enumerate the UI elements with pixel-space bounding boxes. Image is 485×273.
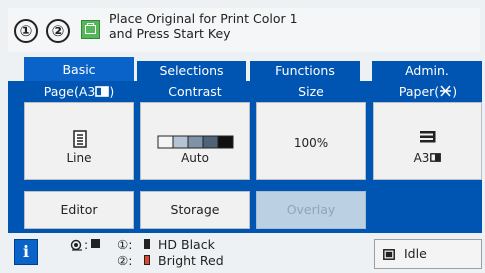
contrast-scale-icon <box>157 135 234 149</box>
tab-basic-active[interactable]: Basic <box>24 57 134 83</box>
drum-swatch-icon <box>91 239 100 248</box>
drum1-color: HD Black <box>158 237 215 252</box>
landscape-page-icon <box>95 86 110 97</box>
master-mode-icon <box>81 20 100 39</box>
line-button[interactable]: Line <box>24 102 134 180</box>
paper-value: A3 <box>374 151 481 165</box>
paper-tray-cross-icon <box>440 85 452 97</box>
storage-button[interactable]: Storage <box>140 191 250 229</box>
line-document-icon <box>73 130 87 148</box>
drum-colon: : <box>84 237 89 252</box>
tab-functions[interactable]: Functions <box>250 61 360 81</box>
status-message: Place Original for Print Color 1 and Pre… <box>109 11 298 41</box>
size-button[interactable]: 100% <box>256 102 366 180</box>
line-button-label: Line <box>66 151 92 165</box>
size-value: 100% <box>293 136 329 150</box>
idle-status-button[interactable]: Idle <box>374 239 482 269</box>
message-line-2: and Press Start Key <box>109 26 231 41</box>
contrast-header: Contrast <box>168 84 222 99</box>
drum1-label: ①: <box>117 237 133 252</box>
idle-label: Idle <box>404 246 427 261</box>
overlay-button[interactable]: Overlay <box>256 191 366 229</box>
contrast-button[interactable]: Auto <box>140 102 250 180</box>
message-line-1: Place Original for Print Color 1 <box>109 11 298 26</box>
paper-button[interactable]: A3 <box>373 102 482 180</box>
tab-admin[interactable]: Admin. <box>372 61 482 81</box>
idle-monitor-icon <box>383 249 395 260</box>
info-icon: i <box>22 242 30 261</box>
drum-2-icon: ② <box>46 19 70 43</box>
editor-button[interactable]: Editor <box>24 191 134 229</box>
info-button[interactable]: i <box>14 239 38 265</box>
drum2-color: Bright Red <box>158 253 224 268</box>
size-header: Size <box>298 84 324 99</box>
contrast-value: Auto <box>181 151 209 165</box>
drum-1-icon: ① <box>14 19 38 43</box>
paper-header: Paper() <box>398 84 458 99</box>
tab-selections[interactable]: Selections <box>137 61 246 81</box>
black-ink-swatch-icon <box>144 239 150 249</box>
landscape-paper-icon <box>430 153 442 162</box>
red-ink-swatch-icon <box>144 255 150 265</box>
drum2-label: ②: <box>117 253 133 268</box>
drum-indicator-icon <box>70 239 82 251</box>
message-bar: ① ② Place Original for Print Color 1 and… <box>8 8 480 52</box>
page-header: Page(A3) <box>43 84 115 99</box>
paper-stack-icon <box>420 131 436 143</box>
copier-screen: ① ② Place Original for Print Color 1 and… <box>0 0 485 273</box>
